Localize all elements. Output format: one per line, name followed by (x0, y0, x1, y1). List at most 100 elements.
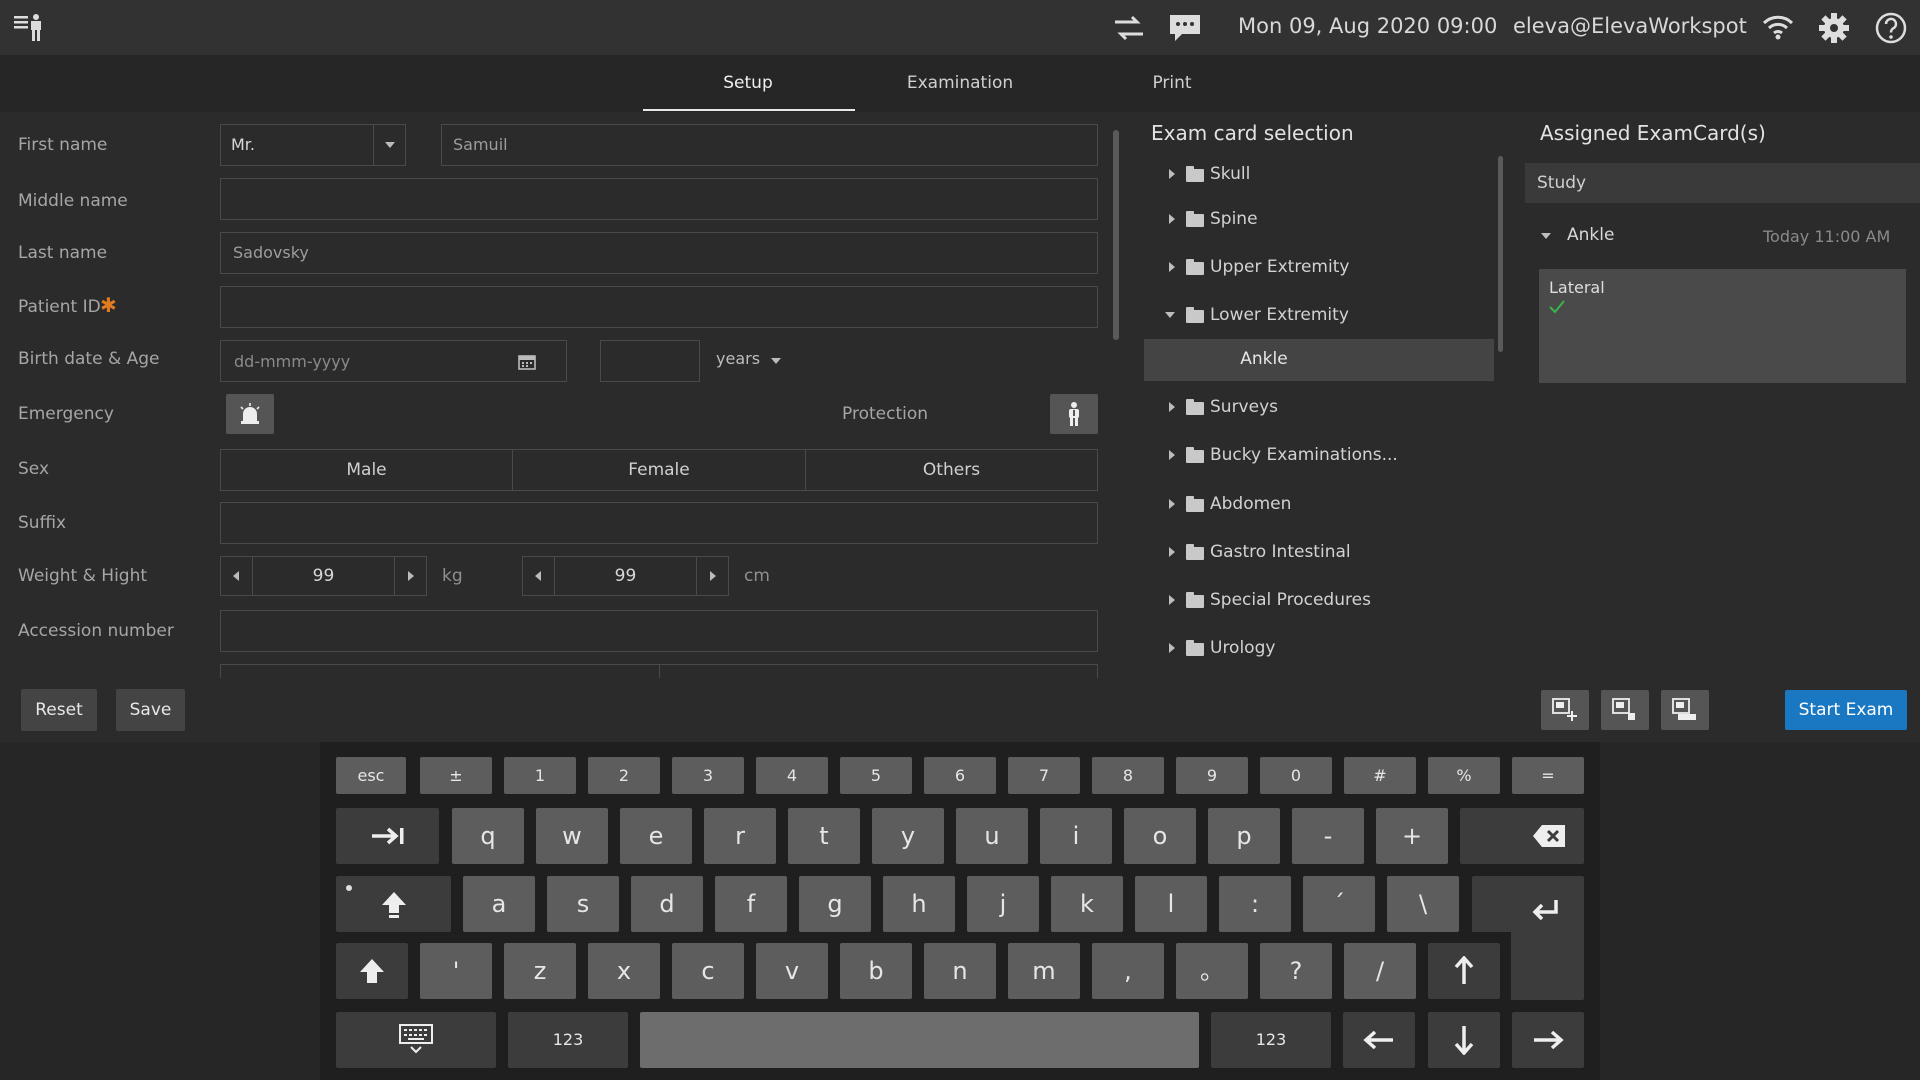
key-q[interactable]: q (452, 808, 524, 864)
key-b[interactable]: b (840, 943, 912, 999)
key-tab[interactable] (336, 808, 439, 864)
key-e[interactable]: e (620, 808, 692, 864)
key-m[interactable]: m (1008, 943, 1080, 999)
key-f[interactable]: f (715, 876, 787, 932)
save-button[interactable]: Save (116, 689, 185, 731)
swap-icon[interactable] (1113, 15, 1145, 41)
key-period[interactable]: 。 (1176, 943, 1248, 999)
sex-others-button[interactable]: Others (805, 449, 1098, 491)
key-p[interactable]: p (1208, 808, 1280, 864)
remove-examcard-button[interactable] (1601, 690, 1649, 730)
suffix-input[interactable] (220, 502, 1098, 544)
key-s[interactable]: s (547, 876, 619, 932)
key-2[interactable]: 2 (588, 757, 660, 794)
weight-stepper[interactable]: 99 (220, 556, 427, 596)
key-arrow-right[interactable] (1512, 1012, 1584, 1068)
key-5[interactable]: 5 (840, 757, 912, 794)
key-hash[interactable]: # (1344, 757, 1416, 794)
first-name-input[interactable]: Samuil (441, 124, 1098, 166)
key-n[interactable]: n (924, 943, 996, 999)
wifi-icon[interactable] (1762, 14, 1794, 40)
protection-button[interactable] (1050, 394, 1098, 434)
accession-number-input[interactable] (220, 610, 1098, 652)
key-x[interactable]: x (588, 943, 660, 999)
key-equals[interactable]: = (1512, 757, 1584, 794)
key-3[interactable]: 3 (672, 757, 744, 794)
key-k[interactable]: k (1051, 876, 1123, 932)
key-comma[interactable]: , (1092, 943, 1164, 999)
key-colon[interactable]: : (1219, 876, 1291, 932)
key-y[interactable]: y (872, 808, 944, 864)
key-r[interactable]: r (704, 808, 776, 864)
key-shift[interactable] (336, 943, 408, 999)
start-exam-button[interactable]: Start Exam (1785, 690, 1907, 730)
key-arrow-down[interactable] (1428, 1012, 1500, 1068)
gear-icon[interactable] (1818, 12, 1850, 44)
key-plus[interactable]: + (1376, 808, 1448, 864)
exam-view-card-lateral[interactable]: Lateral (1539, 269, 1906, 383)
message-icon[interactable] (1168, 13, 1202, 43)
key-g[interactable]: g (799, 876, 871, 932)
key-8[interactable]: 8 (1092, 757, 1164, 794)
tree-item-ankle[interactable]: Ankle (1144, 339, 1494, 381)
key-c[interactable]: c (672, 943, 744, 999)
age-input[interactable] (600, 340, 700, 382)
tree-scrollbar[interactable] (1498, 156, 1503, 352)
key-o[interactable]: o (1124, 808, 1196, 864)
help-icon[interactable] (1874, 11, 1908, 45)
sex-female-button[interactable]: Female (512, 449, 806, 491)
reset-button[interactable]: Reset (21, 689, 97, 731)
height-stepper[interactable]: 99 (522, 556, 729, 596)
key-w[interactable]: w (536, 808, 608, 864)
key-acute[interactable]: ´ (1303, 876, 1375, 932)
key-caps-lock[interactable] (336, 876, 451, 932)
birth-date-input[interactable]: dd-mmm-yyyy (220, 340, 567, 382)
key-h[interactable]: h (883, 876, 955, 932)
key-minus[interactable]: - (1292, 808, 1364, 864)
key-arrow-left[interactable] (1343, 1012, 1415, 1068)
weight-increment-button[interactable] (394, 557, 426, 595)
key-z[interactable]: z (504, 943, 576, 999)
sex-male-button[interactable]: Male (220, 449, 513, 491)
key-question[interactable]: ? (1260, 943, 1332, 999)
height-increment-button[interactable] (696, 557, 728, 595)
tab-setup[interactable]: Setup (643, 73, 853, 93)
key-123-right[interactable]: 123 (1211, 1012, 1331, 1068)
patient-id-input[interactable] (220, 286, 1098, 328)
key-esc[interactable]: esc (336, 757, 406, 794)
middle-name-input[interactable] (220, 178, 1098, 220)
tab-print[interactable]: Print (1067, 73, 1277, 93)
key-a[interactable]: a (463, 876, 535, 932)
key-arrow-up[interactable] (1428, 943, 1500, 999)
key-hide-keyboard[interactable] (336, 1012, 496, 1068)
key-apostrophe[interactable]: ' (420, 943, 492, 999)
calendar-icon[interactable] (518, 354, 536, 370)
last-name-input[interactable]: Sadovsky (220, 232, 1098, 274)
key-u[interactable]: u (956, 808, 1028, 864)
key-d[interactable]: d (631, 876, 703, 932)
weight-decrement-button[interactable] (221, 557, 253, 595)
key-0[interactable]: 0 (1260, 757, 1332, 794)
age-unit-chevron-icon[interactable] (771, 358, 781, 364)
key-1[interactable]: 1 (504, 757, 576, 794)
key-j[interactable]: j (967, 876, 1039, 932)
age-unit-select[interactable]: years (716, 349, 760, 368)
patient-list-icon[interactable] (12, 12, 44, 44)
key-plusminus[interactable]: ± (420, 757, 492, 794)
partial-field-right[interactable] (659, 664, 1098, 678)
key-123-left[interactable]: 123 (508, 1012, 628, 1068)
key-9[interactable]: 9 (1176, 757, 1248, 794)
key-t[interactable]: t (788, 808, 860, 864)
emergency-button[interactable] (226, 394, 274, 434)
key-i[interactable]: i (1040, 808, 1112, 864)
add-examcard-button[interactable] (1541, 690, 1589, 730)
key-4[interactable]: 4 (756, 757, 828, 794)
key-space[interactable] (640, 1012, 1199, 1068)
height-decrement-button[interactable] (523, 557, 555, 595)
copy-examcard-button[interactable] (1661, 690, 1709, 730)
key-backslash[interactable]: \ (1387, 876, 1459, 932)
key-percent[interactable]: % (1428, 757, 1500, 794)
key-l[interactable]: l (1135, 876, 1207, 932)
form-scrollbar[interactable] (1113, 130, 1119, 340)
key-v[interactable]: v (756, 943, 828, 999)
